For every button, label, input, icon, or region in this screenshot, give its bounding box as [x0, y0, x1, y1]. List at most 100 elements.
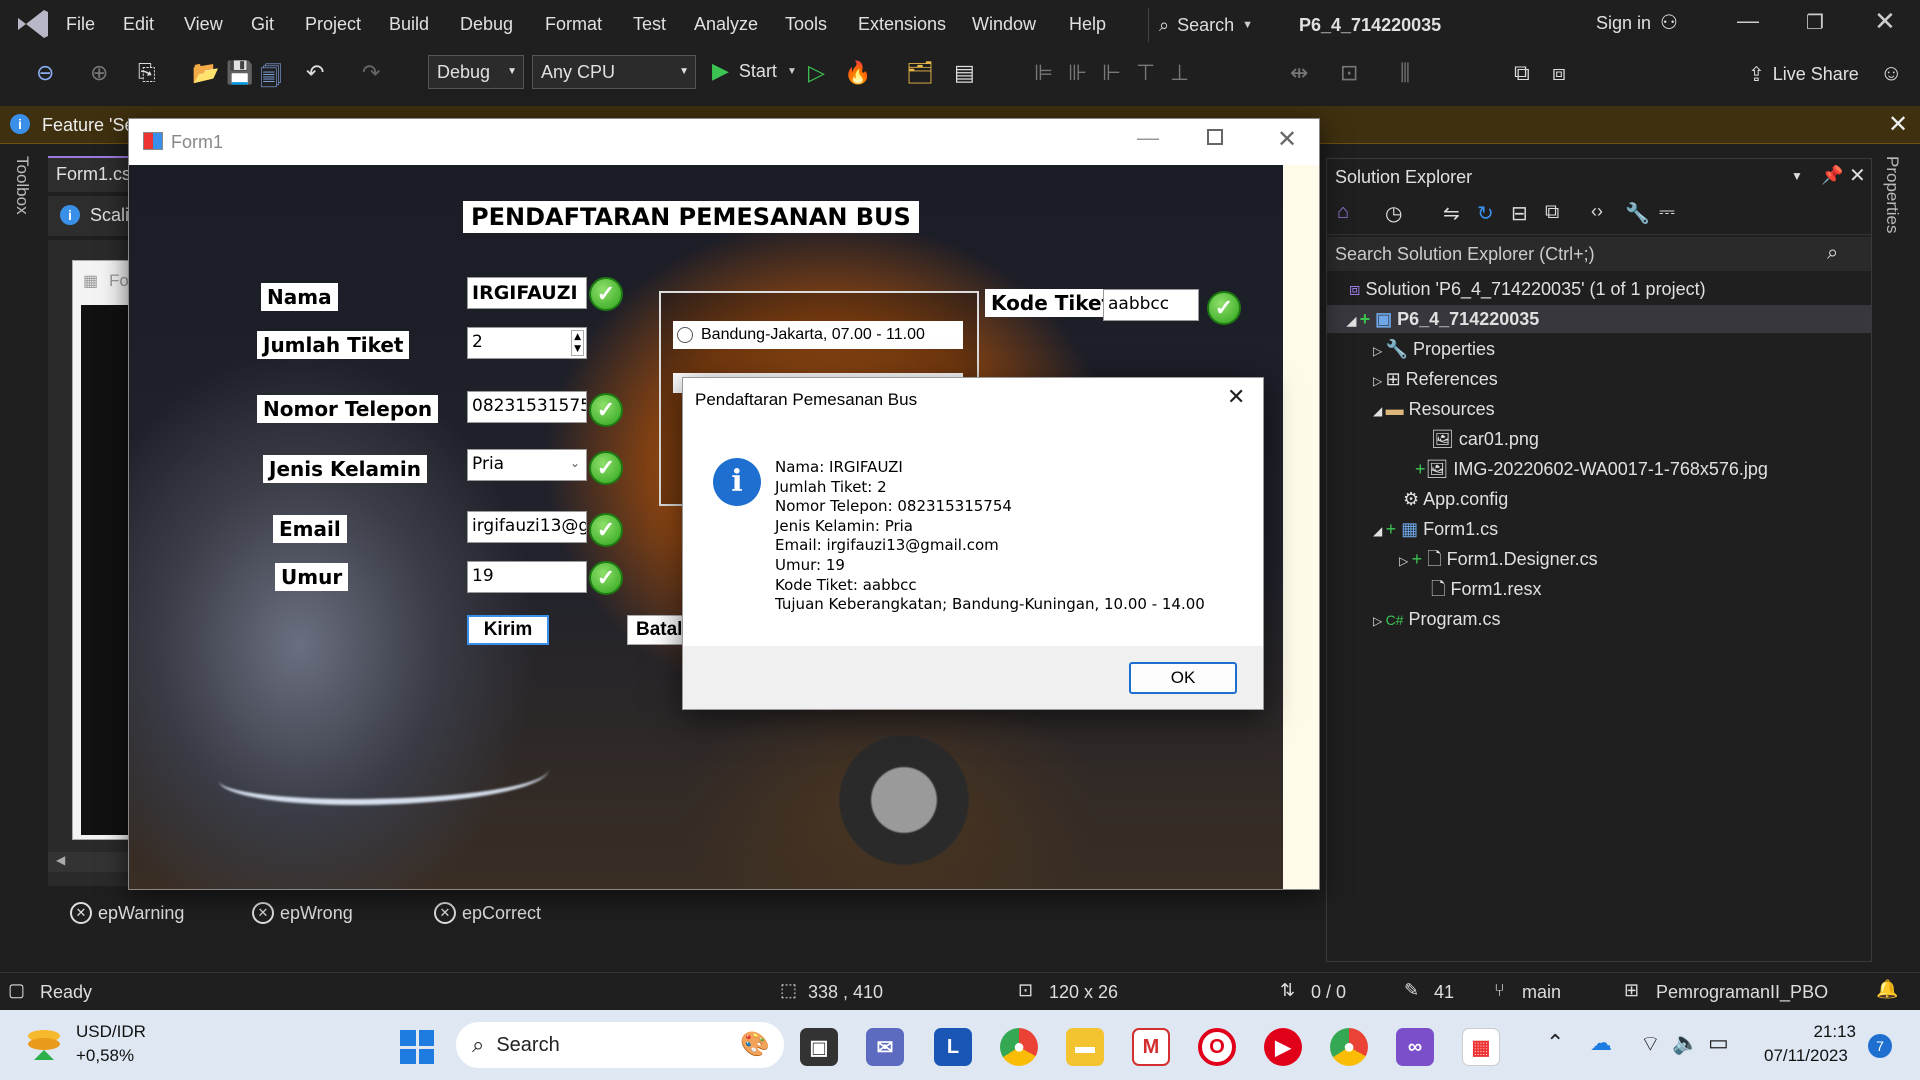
windows-start-icon[interactable] [400, 1030, 434, 1064]
align-top-icon[interactable]: ⊤ [1136, 60, 1155, 86]
kode-tiket-input[interactable]: aabbcc [1103, 289, 1199, 321]
menu-project[interactable]: Project [305, 14, 361, 35]
visual-studio-icon[interactable]: ∞ [1396, 1028, 1434, 1066]
preview-icon[interactable]: ⎓ [1659, 201, 1675, 224]
bring-front-icon[interactable]: ⧉ [1514, 60, 1530, 86]
umur-input[interactable]: 19 [467, 561, 587, 593]
menu-format[interactable]: Format [545, 14, 602, 35]
platform-select[interactable]: Any CPU ▼ [532, 55, 696, 89]
scroll-left-icon[interactable]: ◀ [56, 853, 65, 867]
menu-edit[interactable]: Edit [123, 14, 154, 35]
open-folder-icon[interactable]: 📂 [192, 60, 219, 86]
tree-appconfig[interactable]: ⚙ App.config [1403, 485, 1508, 513]
start-without-debug-icon[interactable]: ▷ [808, 60, 825, 86]
editor-tab[interactable]: Form1.cs [48, 156, 138, 192]
tree-resources[interactable]: ◢ ▬ Resources [1373, 395, 1495, 423]
tree-form1-resx[interactable]: 🗋 Form1.resx [1431, 575, 1542, 603]
collapse-all-icon[interactable]: ⊟ [1511, 201, 1528, 226]
ok-button[interactable]: OK [1129, 662, 1237, 694]
properties-tab[interactable]: Properties [1882, 156, 1902, 233]
jenis-kelamin-select[interactable]: Pria ⌄ [467, 449, 587, 481]
spacing-icon[interactable]: ⇹ [1290, 60, 1308, 86]
layout-icon[interactable]: ▤ [954, 60, 975, 86]
ticker-name[interactable]: USD/IDR [76, 1022, 146, 1042]
refresh-icon[interactable]: ↻ [1477, 201, 1494, 226]
tray-item-epcorrect[interactable]: ✕ epCorrect [434, 902, 541, 924]
output-icon[interactable]: ▢ [8, 980, 25, 1001]
close-icon[interactable]: ✕ [1227, 384, 1245, 410]
tree-program[interactable]: ▷ C# Program.cs [1373, 605, 1501, 633]
align-middle-icon[interactable]: ⊥ [1170, 60, 1189, 86]
menu-window[interactable]: Window [972, 14, 1036, 35]
pencil-icon[interactable]: ✎ [1404, 980, 1419, 1001]
dropdown-icon[interactable]: ▼ [1791, 169, 1803, 183]
nama-input[interactable]: IRGIFAUZI [467, 277, 587, 309]
back-icon[interactable]: ⊖ [36, 60, 54, 86]
config-select[interactable]: Debug ▼ [428, 55, 524, 89]
sign-in-link[interactable]: Sign in [1596, 13, 1651, 34]
notification-bell-icon[interactable]: 🔔 [1876, 979, 1898, 1000]
media-app-icon[interactable]: ▶ [1264, 1028, 1302, 1066]
horizontal-scrollbar[interactable]: ◀ [48, 852, 138, 872]
tray-overflow-icon[interactable]: ⌃ [1546, 1030, 1564, 1056]
chrome-profile-icon[interactable]: ● [1330, 1028, 1368, 1066]
search-box[interactable]: ⌕ Search ▼ [1148, 8, 1263, 42]
hot-reload-icon[interactable]: 🔥 [844, 60, 871, 86]
pin-icon[interactable]: 📌 [1821, 165, 1843, 186]
home-icon[interactable]: ⌂ [1337, 201, 1349, 224]
menu-debug[interactable]: Debug [460, 14, 513, 35]
align-center-icon[interactable]: ⊪ [1068, 60, 1087, 86]
account-icon[interactable]: ⚇ [1660, 10, 1678, 35]
sync-icon[interactable]: ⇋ [1443, 201, 1460, 226]
error-count[interactable]: 0 / 0 [1311, 982, 1346, 1003]
clock-time[interactable]: 21:13 [1810, 1022, 1856, 1042]
tree-properties[interactable]: ▷ 🔧 Properties [1373, 335, 1495, 363]
maximize-icon[interactable] [1207, 129, 1223, 145]
solution-explorer-icon[interactable]: 🗂 [906, 60, 934, 86]
menu-git[interactable]: Git [251, 14, 274, 35]
tree-references[interactable]: ▷ ⊞ References [1373, 365, 1498, 393]
menu-analyze[interactable]: Analyze [694, 14, 758, 35]
align-left-icon[interactable]: ⊫ [1034, 60, 1053, 86]
repo-icon[interactable]: ⊞ [1624, 980, 1639, 1001]
restore-icon[interactable]: ❐ [1806, 10, 1824, 35]
toolbox-tab[interactable]: Toolbox [12, 156, 32, 215]
tree-form1-designer[interactable]: ▷ + 🗋 Form1.Designer.cs [1399, 545, 1598, 573]
email-input[interactable]: irgifauzi13@gma [467, 511, 587, 543]
volume-icon[interactable]: 🔈 [1672, 1030, 1699, 1056]
opera-icon[interactable]: O [1198, 1028, 1236, 1066]
menu-tools[interactable]: Tools [785, 14, 827, 35]
menu-file[interactable]: File [66, 14, 95, 35]
taskbar-search[interactable]: ⌕ Search 🎨 [456, 1022, 784, 1068]
menu-build[interactable]: Build [389, 14, 429, 35]
git-repo[interactable]: PemrogramanII_PBO [1656, 982, 1828, 1003]
center-icon[interactable]: ⫼ [1400, 60, 1410, 86]
clock-date[interactable]: 07/11/2023 [1764, 1046, 1848, 1066]
start-button[interactable]: ▶ Start ▼ [712, 58, 797, 84]
close-icon[interactable]: ✕ [1849, 163, 1866, 188]
show-all-icon[interactable]: ⧉ [1545, 201, 1559, 224]
forward-icon[interactable]: ⊕ [90, 60, 108, 86]
close-icon[interactable]: ✕ [1277, 125, 1297, 154]
l-app-icon[interactable]: L [934, 1028, 972, 1066]
branch-icon[interactable]: ⑂ [1494, 980, 1505, 1001]
size-icon[interactable]: ⊡ [1340, 60, 1358, 86]
ticker-icon[interactable] [24, 1024, 64, 1064]
meet-icon[interactable]: ✉ [866, 1028, 904, 1066]
tray-item-epwrong[interactable]: ✕ epWrong [252, 902, 353, 924]
solution-search-input[interactable]: Search Solution Explorer (Ctrl+;) ⌕ [1327, 237, 1871, 271]
menu-test[interactable]: Test [633, 14, 666, 35]
history-icon[interactable]: ◷ [1385, 201, 1402, 226]
file-explorer-icon[interactable]: ▬ [1066, 1028, 1104, 1066]
jumlah-tiket-stepper[interactable]: 2 ▲ ▼ [467, 327, 587, 359]
minimize-icon[interactable]: — [1137, 125, 1159, 151]
save-all-icon[interactable]: 🗐 [260, 60, 282, 98]
feedback-icon[interactable]: ☺ [1880, 60, 1902, 86]
mcafee-icon[interactable]: M [1132, 1028, 1170, 1066]
notification-badge[interactable]: 7 [1868, 1034, 1892, 1058]
git-branch[interactable]: main [1522, 982, 1561, 1003]
close-infobar-icon[interactable]: ✕ [1888, 110, 1908, 139]
send-back-icon[interactable]: ⧈ [1552, 60, 1566, 86]
save-icon[interactable]: 💾 [226, 60, 253, 86]
menu-help[interactable]: Help [1069, 14, 1106, 35]
